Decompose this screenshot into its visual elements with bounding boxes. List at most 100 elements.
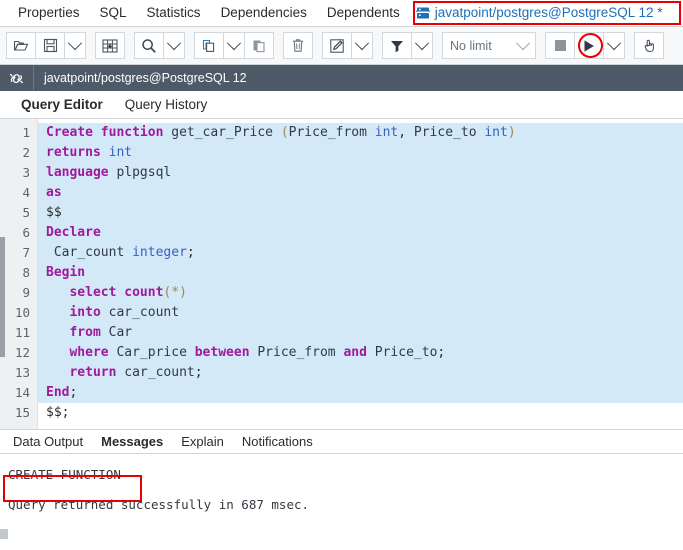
tab-data-output[interactable]: Data Output [4,434,92,449]
code-line: Create function get_car_Price (Price_fro… [38,123,683,143]
save-disk-icon [43,38,58,53]
editor-vertical-scrollbar[interactable] [0,237,5,357]
toolbar-group-limit: No limit [442,32,536,59]
line-number: 2 [22,145,30,160]
delete-button[interactable] [283,32,313,59]
tab-explain[interactable]: Explain [172,434,233,449]
edit-grid-button[interactable] [95,32,125,59]
code-line: $$ [38,203,683,223]
tab-dependencies[interactable]: Dependencies [211,0,317,26]
code-line: Begin [38,263,683,283]
tab-query-tool-connection[interactable]: javatpoint/postgres@PostgreSQL 12 * [410,0,673,26]
message-result-text: CREATE FUNCTION [8,467,121,482]
line-number-gutter: 1 2 3 4 5 6 7 8 9 10 11 12 13 14 15 [0,119,38,429]
funnel-icon [390,39,404,53]
messages-scrollbar[interactable] [0,529,8,539]
save-file-button[interactable] [35,32,65,59]
code-line: into car_count [38,303,683,323]
code-line: return car_count; [38,363,683,383]
message-status-text: Query returned successfully in 687 msec. [8,497,310,512]
tab-query-history[interactable]: Query History [114,97,219,112]
code-line: where Car_price between Price_from and P… [38,343,683,363]
row-limit-select[interactable]: No limit [442,32,536,59]
open-file-button[interactable] [6,32,36,59]
output-tab-bar: Data Output Messages Explain Notificatio… [0,430,683,454]
editor-tab-bar: Query Editor Query History [0,91,683,119]
sql-source-text[interactable]: Create function get_car_Price (Price_fro… [38,119,683,429]
messages-pane: CREATE FUNCTION Query returned successfu… [0,454,683,539]
filter-button[interactable] [382,32,412,59]
connection-string-label: javatpoint/postgres@PostgreSQL 12 [44,71,247,85]
paste-button[interactable] [244,32,274,59]
code-line: select count(*) [38,283,683,303]
edit-dropdown-button[interactable] [351,32,373,59]
chevron-down-icon [606,35,622,50]
hand-pointer-icon [642,38,657,53]
line-number: 1 [22,125,30,140]
toolbar-group-clipboard [194,32,274,59]
macro-button[interactable] [634,32,664,59]
object-tab-bar: Properties SQL Statistics Dependencies D… [0,0,683,27]
sql-code-editor[interactable]: 1 2 3 4 5 6 7 8 9 10 11 12 13 14 15 Crea… [0,119,683,430]
code-line: returns int [38,143,683,163]
open-folder-icon [13,38,29,54]
tab-query-editor[interactable]: Query Editor [10,97,114,112]
play-triangle-icon [582,39,596,53]
tab-dependents[interactable]: Dependents [317,0,410,26]
chevron-down-icon [226,35,242,50]
code-line: $$; [46,405,70,420]
line-number: 15 [14,405,30,420]
chevron-down-icon [166,35,182,50]
execute-dropdown-button[interactable] [603,32,625,59]
chevron-down-icon [354,35,370,50]
code-line: End; [38,383,683,403]
toolbar-group-execute [545,32,625,59]
save-dropdown-button[interactable] [64,32,86,59]
filter-dropdown-button[interactable] [411,32,433,59]
code-line: as [38,183,683,203]
paste-icon [251,38,267,54]
tab-sql[interactable]: SQL [90,0,137,26]
chevron-down-icon [414,35,430,50]
find-dropdown-button[interactable] [163,32,185,59]
line-number: 4 [22,185,30,200]
tab-notifications[interactable]: Notifications [233,434,322,449]
toolbar-group-edit [322,32,373,59]
row-limit-value: No limit [450,38,492,53]
copy-button[interactable] [194,32,224,59]
execute-button[interactable] [574,32,604,59]
code-line: Car_count integer; [38,243,683,263]
line-number: 7 [22,245,30,260]
code-line: from Car [38,323,683,343]
stop-square-icon [554,39,567,52]
connection-tab-label: javatpoint/postgres@PostgreSQL 12 * [434,5,663,20]
chevron-down-icon [515,35,531,50]
line-number: 6 [22,225,30,240]
copy-icon [201,38,217,54]
copy-dropdown-button[interactable] [223,32,245,59]
connection-status-bar: javatpoint/postgres@PostgreSQL 12 [0,65,683,91]
find-button[interactable] [134,32,164,59]
query-tool-toolbar: No limit [0,27,683,65]
line-number: 3 [22,165,30,180]
line-number: 9 [22,285,30,300]
line-number: 14 [14,385,30,400]
tab-messages[interactable]: Messages [92,434,172,449]
code-line: Declare [38,223,683,243]
grid-icon [102,38,118,53]
line-number: 11 [14,325,30,340]
edit-button[interactable] [322,32,352,59]
tab-statistics[interactable]: Statistics [137,0,211,26]
line-number: 5 [22,205,30,220]
tab-properties[interactable]: Properties [8,0,90,26]
toolbar-group-find [134,32,185,59]
line-number: 8 [22,265,30,280]
toolbar-group-macro [634,32,664,59]
toolbar-group-filter [382,32,433,59]
plug-link-icon [0,65,34,91]
chevron-down-icon [67,35,83,50]
stop-button[interactable] [545,32,575,59]
toolbar-group-grid [95,32,125,59]
line-number: 13 [14,365,30,380]
